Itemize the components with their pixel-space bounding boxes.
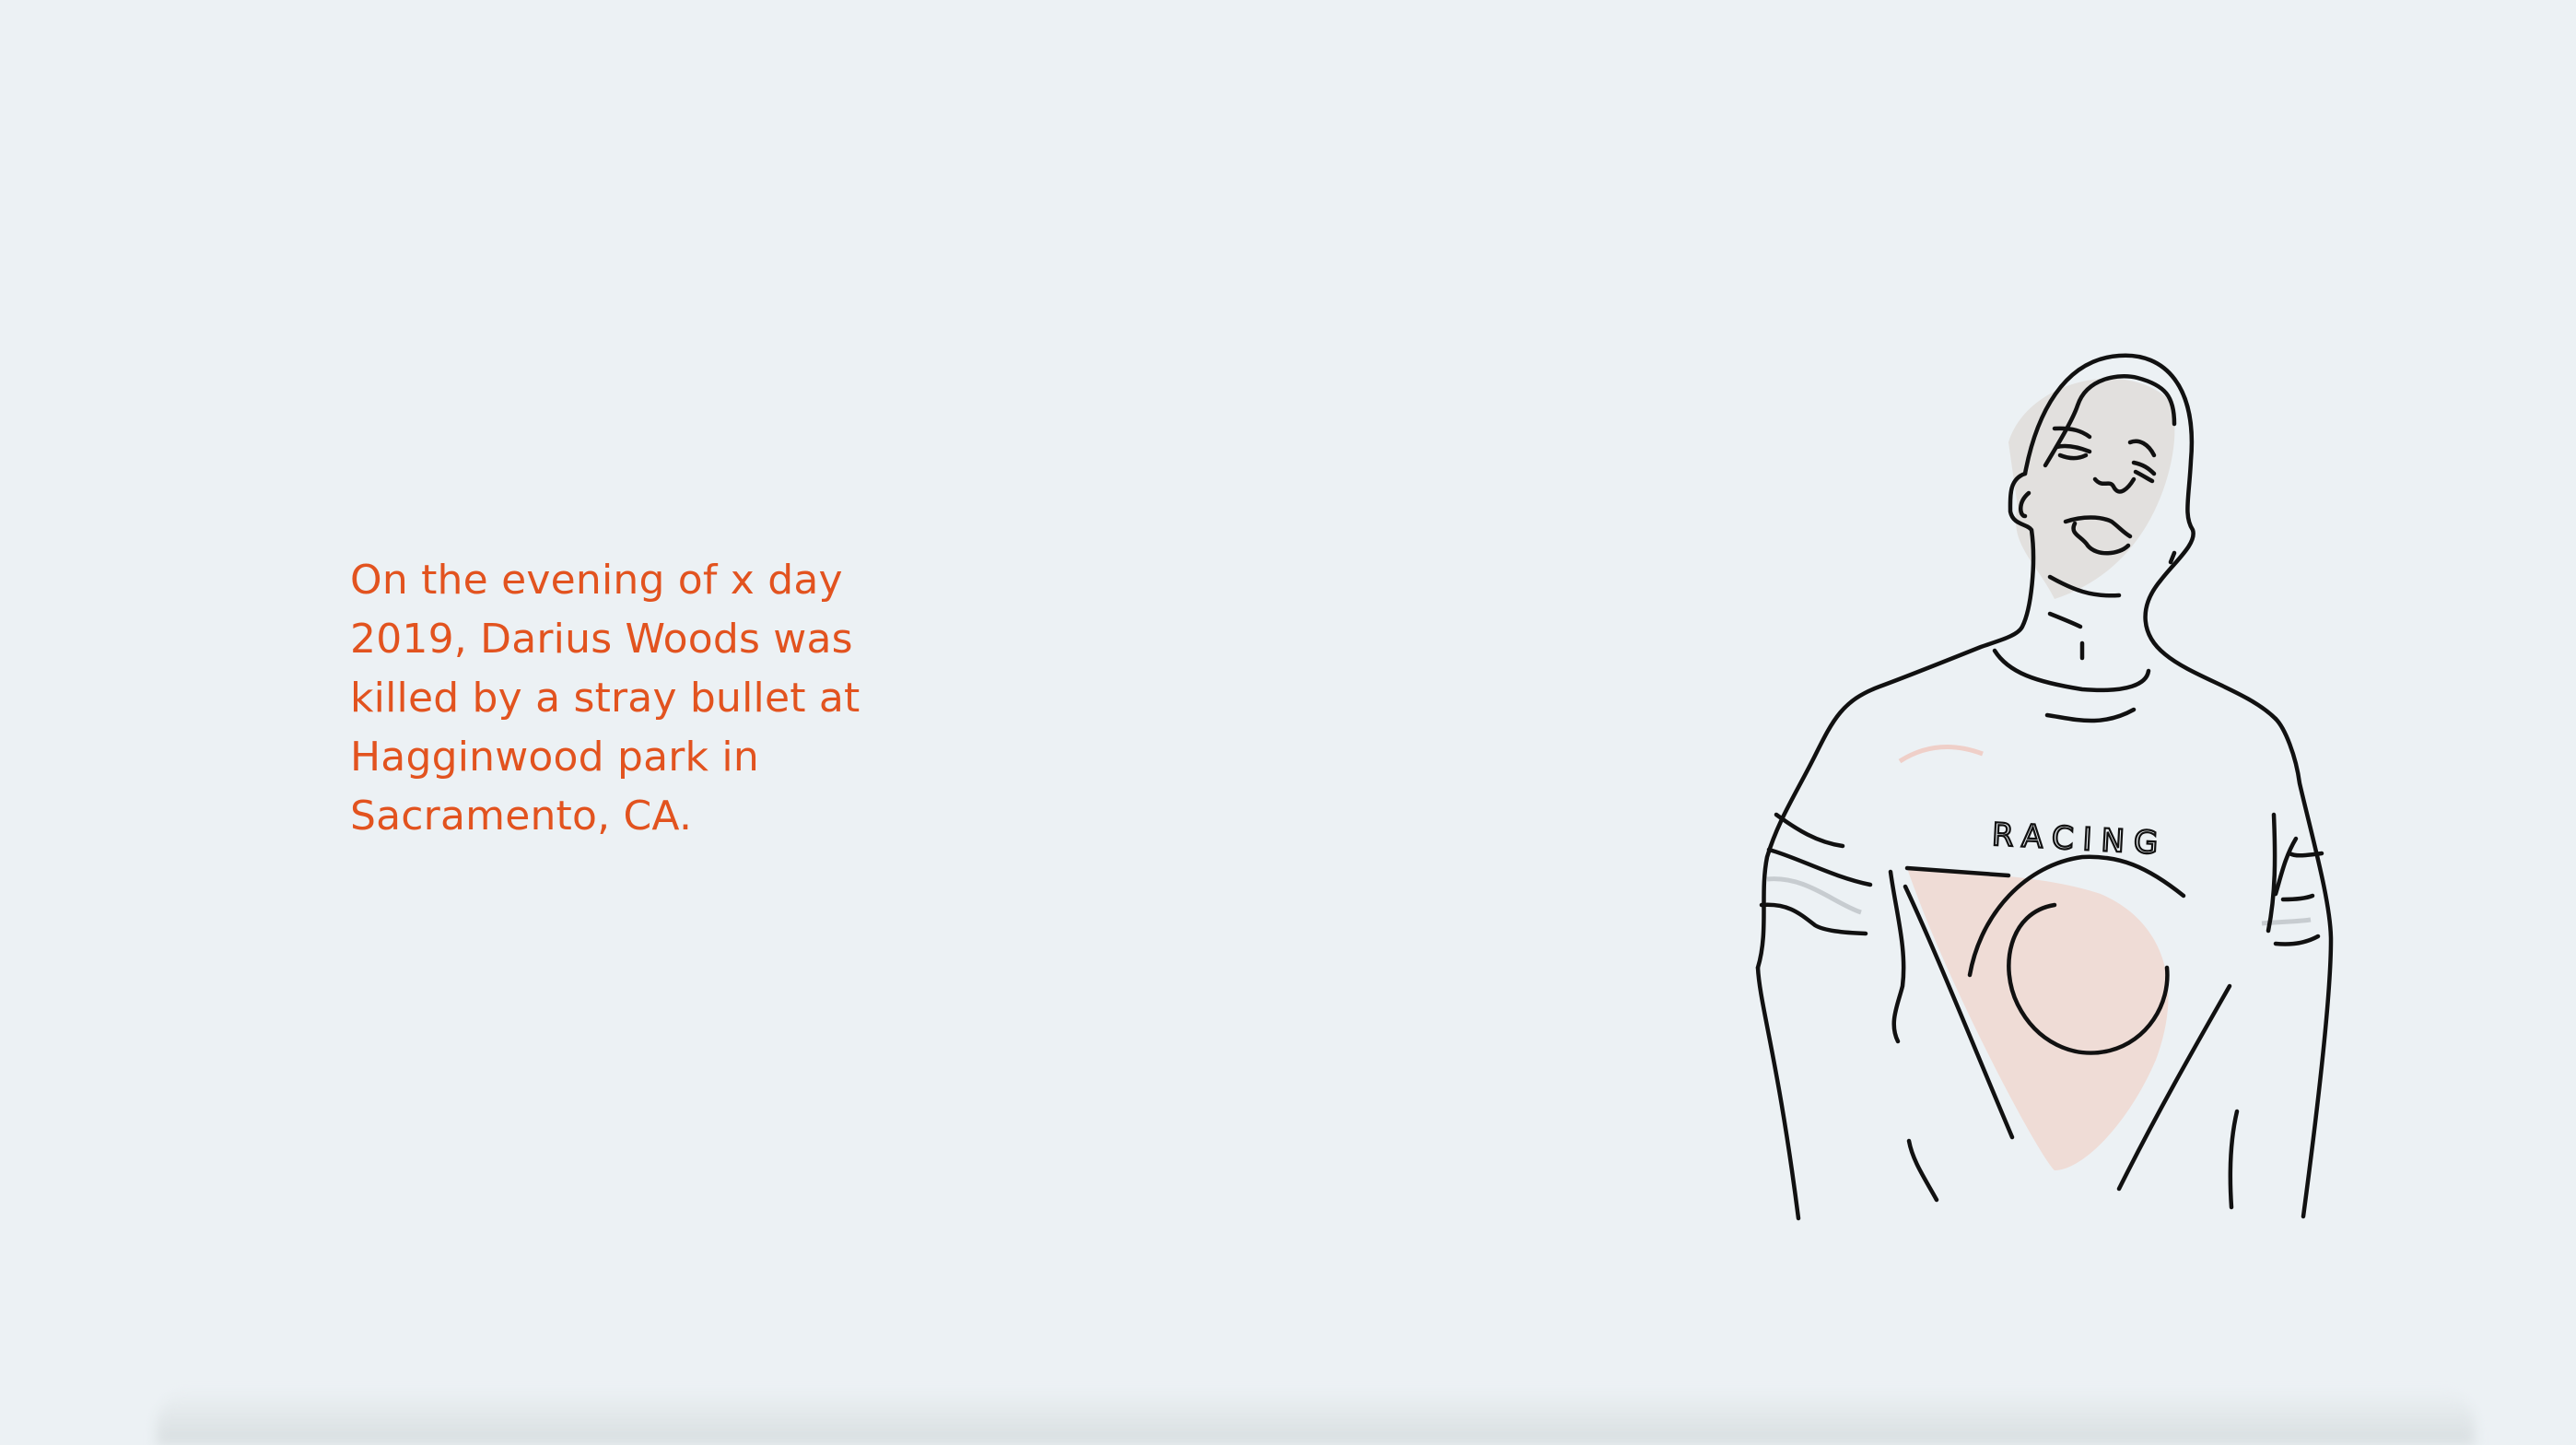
story-paragraph: On the evening of x day 2019, Darius Woo…: [350, 557, 861, 840]
shoulder-arc: [1898, 744, 1984, 764]
left-sleeve-line-1: [1774, 812, 1845, 849]
right-sleeve-line-4: [2280, 893, 2315, 902]
left-arm-lower: [1755, 965, 1801, 1221]
torso-left-bottom: [1906, 1138, 1939, 1203]
right-arm-outline: [2273, 716, 2334, 1219]
bottom-shadow: [157, 1390, 2475, 1445]
torso-left-line: [1888, 869, 1906, 1044]
right-sleeve-line-1: [2266, 812, 2277, 934]
page: On the evening of x day 2019, Darius Woo…: [0, 0, 2576, 1445]
right-sleeve-line-2: [2273, 836, 2299, 897]
neck-line-1: [2047, 611, 2083, 629]
cheek-mark: [2168, 550, 2177, 565]
torso-right-lower: [2228, 1109, 2240, 1210]
shirt-shading: [1907, 868, 2169, 1170]
person-illustration: RACING: [1755, 353, 2334, 1221]
collar-lower: [2044, 707, 2137, 723]
right-sleeve-line-3: [2287, 851, 2324, 858]
right-sleeve-line-5: [2273, 934, 2321, 946]
shirt-text: RACING: [1991, 816, 2168, 863]
collar: [1992, 648, 2151, 693]
